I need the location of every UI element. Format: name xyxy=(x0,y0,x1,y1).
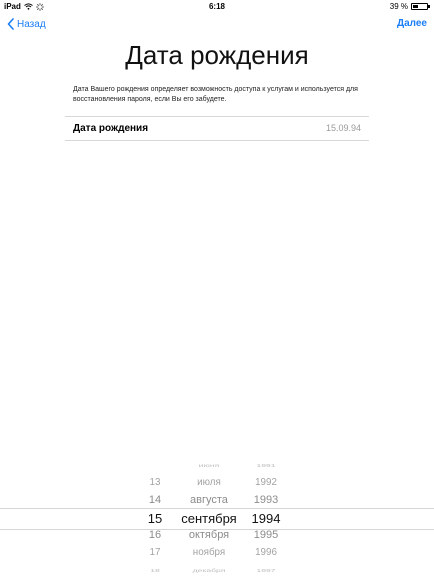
birthdate-label: Дата рождения xyxy=(73,123,149,134)
picker-month-item-selected[interactable]: сентября xyxy=(168,512,250,525)
picker-selection-line-bottom xyxy=(0,529,434,530)
picker-year-item-selected[interactable]: 1994 xyxy=(240,512,292,525)
picker-year-item[interactable]: 1996 xyxy=(240,548,292,558)
picker-year-item[interactable]: 1993 xyxy=(240,495,292,506)
picker-year-item[interactable]: 1991 xyxy=(240,463,292,468)
picker-month-item[interactable]: июня xyxy=(168,463,250,468)
birthdate-value: 15.09.94 xyxy=(325,123,361,133)
birthdate-row[interactable]: Дата рождения 15.09.94 xyxy=(65,117,369,140)
battery-icon xyxy=(411,3,430,10)
chevron-left-icon xyxy=(7,18,14,30)
picker-selection-line-top xyxy=(0,508,434,509)
picker-year-item[interactable]: 1995 xyxy=(240,530,292,541)
picker-month-item[interactable]: июля xyxy=(168,478,250,488)
status-bar: iPad 6:18 39 % xyxy=(0,0,434,14)
date-picker[interactable]: 13 14 15 16 17 18 июня июля августа сентября октя… xyxy=(0,460,434,579)
picker-month-item[interactable]: ноября xyxy=(168,548,250,558)
row-divider-bottom xyxy=(65,140,369,141)
picker-year-item[interactable]: 1992 xyxy=(240,478,292,488)
picker-month-column[interactable]: июня июля августа сентября октября ноября дека… xyxy=(168,460,250,579)
next-button[interactable]: Далее xyxy=(397,16,427,32)
picker-month-item[interactable]: октября xyxy=(168,530,250,541)
battery-percentage: 39 % xyxy=(389,2,408,11)
status-time: 6:18 xyxy=(208,2,225,11)
picker-month-item[interactable]: августа xyxy=(168,495,250,506)
status-right: 39 % xyxy=(389,2,430,11)
page-title: Дата рождения xyxy=(125,40,309,70)
back-button-label: Назад xyxy=(17,18,46,30)
picker-month-item[interactable]: декабря xyxy=(168,568,250,573)
picker-year-item[interactable]: 1997 xyxy=(240,568,292,573)
battery-fill xyxy=(413,5,419,8)
picker-year-column[interactable]: 1991 1992 1993 1994 1995 1996 1997 xyxy=(240,460,292,579)
description-text: Дата Вашего рождения определяет возможно… xyxy=(73,86,358,103)
back-button[interactable]: Назад xyxy=(7,16,46,32)
